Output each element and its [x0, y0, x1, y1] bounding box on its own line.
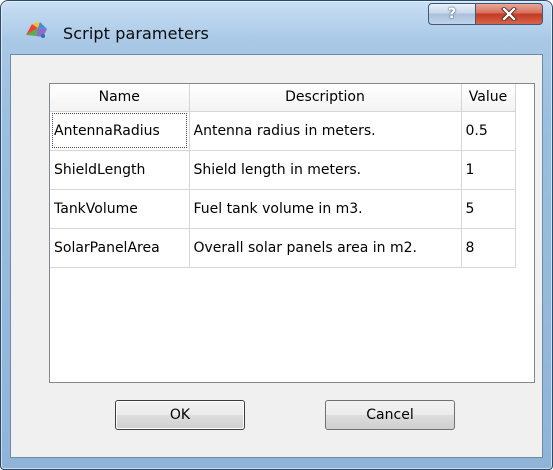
script-icon	[26, 22, 47, 38]
cell-name[interactable]: ShieldLength	[50, 150, 190, 190]
cell-description[interactable]: Overall solar panels area in m2.	[189, 228, 462, 268]
column-header-name[interactable]: Name	[50, 84, 190, 112]
window-title: Script parameters	[63, 24, 209, 43]
cell-value[interactable]: 5	[461, 189, 516, 229]
cell-description[interactable]: Fuel tank volume in m3.	[189, 189, 462, 229]
dialog-client-area: Name Description Value AntennaRadius Ant…	[10, 54, 543, 458]
cell-description[interactable]: Antenna radius in meters.	[189, 111, 462, 151]
cell-value[interactable]: 8	[461, 228, 516, 268]
table-row[interactable]: SolarPanelArea Overall solar panels area…	[50, 228, 516, 268]
table-row[interactable]: AntennaRadius Antenna radius in meters. …	[50, 111, 516, 151]
parameters-table[interactable]: Name Description Value AntennaRadius Ant…	[49, 83, 535, 383]
dialog-window: Script parameters ? Name Description Val…	[0, 0, 553, 470]
cancel-button[interactable]: Cancel	[325, 400, 455, 430]
cell-value[interactable]: 1	[461, 150, 516, 190]
parameters-grid: Name Description Value AntennaRadius Ant…	[50, 84, 516, 268]
help-button[interactable]: ?	[428, 3, 476, 25]
cell-name[interactable]: AntennaRadius	[50, 111, 190, 151]
title-bar[interactable]: Script parameters ?	[1, 1, 552, 43]
table-row[interactable]: ShieldLength Shield length in meters. 1	[50, 150, 516, 190]
help-icon: ?	[447, 6, 457, 22]
cell-name[interactable]: SolarPanelArea	[50, 228, 190, 268]
table-row[interactable]: TankVolume Fuel tank volume in m3. 5	[50, 189, 516, 229]
ok-button[interactable]: OK	[115, 400, 245, 430]
column-header-description[interactable]: Description	[189, 84, 462, 112]
table-header-row: Name Description Value	[50, 84, 516, 112]
column-header-value[interactable]: Value	[461, 84, 516, 112]
close-icon	[501, 7, 517, 21]
cell-value[interactable]: 0.5	[461, 111, 516, 151]
cell-name[interactable]: TankVolume	[50, 189, 190, 229]
close-button[interactable]	[475, 3, 543, 25]
cell-description[interactable]: Shield length in meters.	[189, 150, 462, 190]
